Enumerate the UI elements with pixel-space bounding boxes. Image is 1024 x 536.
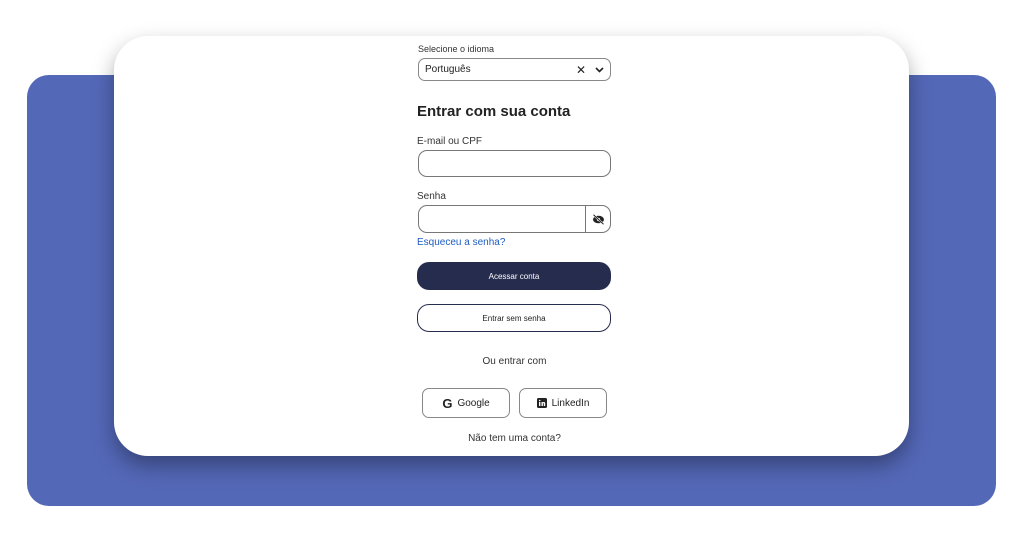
social-divider-text: Ou entrar com bbox=[482, 356, 547, 367]
passwordless-login-button[interactable]: Entrar sem senha bbox=[417, 304, 611, 332]
google-icon: G bbox=[442, 395, 453, 411]
google-label: Google bbox=[457, 397, 490, 409]
signup-prompt[interactable]: Não tem uma conta? bbox=[417, 433, 612, 444]
language-label: Selecione o idioma bbox=[418, 44, 495, 54]
linkedin-label: LinkedIn bbox=[551, 397, 590, 409]
language-selected-value: Português bbox=[425, 64, 471, 75]
language-select[interactable]: Português ✕ bbox=[418, 58, 611, 81]
email-field[interactable] bbox=[418, 150, 611, 177]
toggle-password-visibility-button[interactable] bbox=[585, 206, 610, 232]
email-label: E-mail ou CPF bbox=[417, 136, 483, 147]
eye-off-icon bbox=[592, 213, 604, 225]
linkedin-icon bbox=[536, 398, 547, 408]
login-button[interactable]: Acessar conta bbox=[417, 262, 611, 290]
forgot-password-link[interactable]: Esqueceu a senha? bbox=[417, 237, 505, 248]
chevron-down-icon[interactable] bbox=[595, 66, 604, 73]
clear-icon[interactable]: ✕ bbox=[576, 63, 586, 77]
password-field-wrapper bbox=[418, 205, 611, 233]
linkedin-login-button[interactable]: LinkedIn bbox=[519, 388, 607, 418]
login-card: Selecione o idioma Português ✕ Entrar co… bbox=[114, 36, 909, 456]
google-login-button[interactable]: G Google bbox=[422, 388, 510, 418]
page-title: Entrar com sua conta bbox=[417, 103, 571, 120]
password-field[interactable] bbox=[419, 206, 585, 232]
password-label: Senha bbox=[417, 191, 446, 202]
